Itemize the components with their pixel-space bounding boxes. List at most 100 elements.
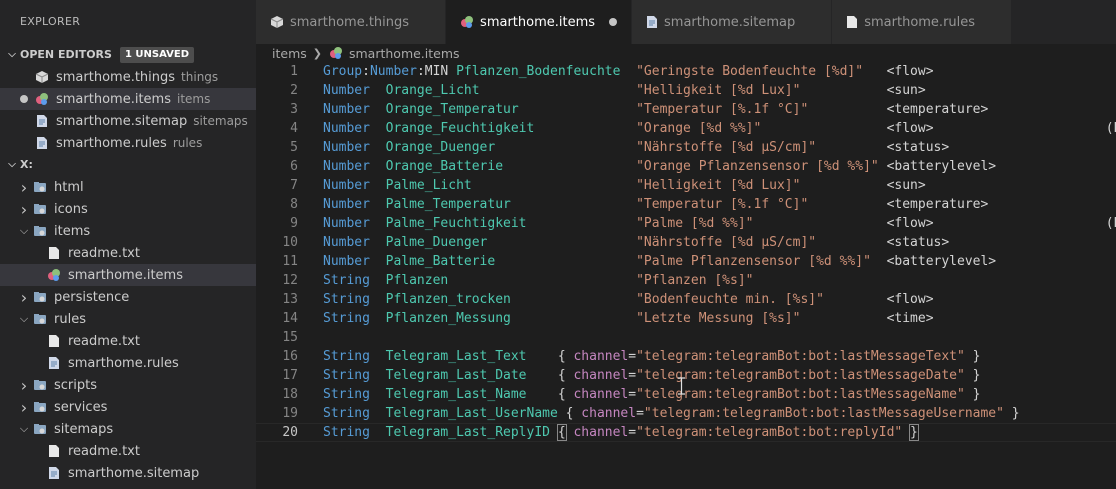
text-cursor-icon bbox=[678, 377, 685, 395]
open-editor-item[interactable]: smarthome.things things bbox=[0, 66, 256, 88]
item-type: Number bbox=[323, 140, 370, 155]
tree-file[interactable]: readme.txt bbox=[0, 242, 256, 264]
ws bbox=[370, 83, 386, 98]
item-type: Number bbox=[323, 83, 370, 98]
tree-label: items bbox=[54, 223, 91, 239]
tree-folder-icons[interactable]: › icons bbox=[0, 198, 256, 220]
item-icon-tag: <time> bbox=[886, 311, 934, 326]
item-type: String bbox=[323, 425, 370, 440]
item-name: Palme_Licht bbox=[385, 178, 472, 193]
tree-folder-rules[interactable]: ⌵ rules bbox=[0, 308, 256, 330]
tree-file[interactable]: readme.txt bbox=[0, 440, 256, 462]
items-icon bbox=[328, 45, 344, 61]
item-icon-tag: <batterylevel> bbox=[886, 159, 997, 174]
item-type: String bbox=[323, 387, 370, 402]
ws bbox=[370, 159, 386, 174]
tree-folder-sitemaps[interactable]: ⌵ sitemaps bbox=[0, 418, 256, 440]
code-line: 9 Number Palme_Feuchtigkeit "Palme [%d %%… bbox=[256, 214, 1116, 233]
close-brace: } bbox=[1011, 406, 1020, 421]
close-brace: } bbox=[909, 424, 919, 441]
tree-folder-items[interactable]: ⌵ items bbox=[0, 220, 256, 242]
ws bbox=[495, 140, 636, 155]
tree-label: persistence bbox=[54, 289, 130, 305]
channel-uid: "telegram:telegramBot:bot:lastMessageTex… bbox=[636, 349, 965, 364]
tree-file[interactable]: smarthome.rules bbox=[0, 352, 256, 374]
item-subtype: Number bbox=[369, 64, 417, 79]
tab-smarthome-sitemap[interactable]: smarthome.sitemap bbox=[632, 0, 833, 44]
item-type: String bbox=[323, 406, 370, 421]
ws bbox=[879, 159, 887, 174]
tab-smarthome-items[interactable]: smarthome.items bbox=[446, 0, 633, 44]
open-editors-label: OPEN EDITORS bbox=[20, 48, 112, 61]
ws bbox=[370, 368, 386, 383]
items-icon bbox=[34, 91, 50, 107]
unsaved-dot-icon[interactable] bbox=[609, 18, 618, 26]
open-editor-folder: sitemaps bbox=[193, 114, 248, 128]
tree-folder-services[interactable]: › services bbox=[0, 396, 256, 418]
ws bbox=[487, 235, 636, 250]
tree-label: html bbox=[54, 179, 84, 195]
open-editor-item[interactable]: smarthome.items items bbox=[0, 88, 256, 110]
type-separator: : bbox=[362, 64, 370, 79]
item-type: String bbox=[323, 311, 370, 326]
chevron-down-icon: ⌵ bbox=[8, 159, 16, 170]
code-content: Number Palme_Temperatur "Temperatur [%.1… bbox=[323, 195, 988, 214]
code-content: Number Palme_Feuchtigkeit "Palme [%d %%]… bbox=[323, 214, 1116, 233]
ws bbox=[370, 140, 386, 155]
item-label: "Helligkeit [%d Lux]" bbox=[636, 83, 801, 98]
ws bbox=[370, 102, 386, 117]
ws bbox=[800, 83, 886, 98]
breadcrumb-folder[interactable]: items bbox=[272, 46, 307, 61]
chevron-down-icon: ⌵ bbox=[8, 49, 16, 60]
ws bbox=[511, 292, 636, 307]
tree-file[interactable]: readme.txt bbox=[0, 330, 256, 352]
file-tree: › html › icons ⌵ items readme.txt smarthome.ite… bbox=[0, 176, 256, 484]
tree-file[interactable]: smarthome.items bbox=[0, 264, 256, 286]
code-editor[interactable]: 1 Group:Number:MIN Pflanzen_Bodenfeuchte … bbox=[256, 62, 1116, 489]
tree-label: scripts bbox=[54, 377, 97, 393]
chevron-right-icon: › bbox=[20, 287, 28, 307]
item-icon-tag: <sun> bbox=[886, 178, 926, 193]
open-editor-item[interactable]: smarthome.rules rules bbox=[0, 132, 256, 154]
ws bbox=[448, 64, 456, 79]
item-type: Number bbox=[323, 159, 370, 174]
tree-folder-persistence[interactable]: › persistence bbox=[0, 286, 256, 308]
equals: = bbox=[628, 368, 637, 383]
item-icon-tag: <flow> bbox=[886, 121, 934, 136]
item-label: "Nährstoffe [%d µS/cm]" bbox=[636, 235, 817, 250]
code-line: 3 Number Orange_Temperatur "Temperatur [%… bbox=[256, 100, 1116, 119]
ws bbox=[902, 425, 910, 440]
code-content: String Telegram_Last_Date { channel="tel… bbox=[323, 366, 981, 385]
tree-label: smarthome.items bbox=[68, 267, 183, 283]
code-line: 1 Group:Number:MIN Pflanzen_Bodenfeuchte … bbox=[256, 62, 1116, 81]
tree-label: sitemaps bbox=[54, 421, 114, 437]
code-content: String Telegram_Last_Text { channel="tel… bbox=[323, 347, 981, 366]
tree-folder-html[interactable]: › html bbox=[0, 176, 256, 198]
ws bbox=[472, 178, 636, 193]
chevron-right-icon: › bbox=[20, 397, 28, 417]
item-icon-tag: <batterylevel> bbox=[886, 254, 997, 269]
folder-header[interactable]: ⌵ X: bbox=[0, 154, 256, 176]
channel-keyword: channel bbox=[573, 425, 629, 440]
item-type: Number bbox=[323, 235, 370, 250]
modified-dot-icon bbox=[20, 95, 34, 103]
line-number: 19 bbox=[282, 406, 298, 421]
item-label: "Orange Pflanzensensor [%d %%]" bbox=[636, 159, 879, 174]
package-icon bbox=[270, 15, 284, 29]
tab-smarthome-things[interactable]: smarthome.things bbox=[256, 0, 447, 44]
tree-label: rules bbox=[54, 311, 86, 327]
breadcrumb-file[interactable]: smarthome.items bbox=[349, 46, 460, 61]
ws bbox=[620, 64, 636, 79]
open-editors-header[interactable]: ⌵ OPEN EDITORS 1 UNSAVED bbox=[0, 44, 256, 66]
tree-folder-scripts[interactable]: › scripts bbox=[0, 374, 256, 396]
open-editor-label: smarthome.rules bbox=[56, 135, 167, 151]
line-number: 12 bbox=[282, 273, 298, 288]
item-icon-tag: <temperature> bbox=[886, 197, 989, 212]
code-content: Number Orange_Batterie "Orange Pflanzens… bbox=[323, 157, 996, 176]
tree-file[interactable]: smarthome.sitemap bbox=[0, 462, 256, 484]
item-type: Group bbox=[323, 64, 363, 79]
tab-smarthome-rules[interactable]: smarthome.rules bbox=[832, 0, 1013, 44]
open-editor-item[interactable]: smarthome.sitemap sitemaps bbox=[0, 110, 256, 132]
ws bbox=[370, 197, 386, 212]
code-content: String Telegram_Last_Name { channel="tel… bbox=[323, 385, 981, 404]
